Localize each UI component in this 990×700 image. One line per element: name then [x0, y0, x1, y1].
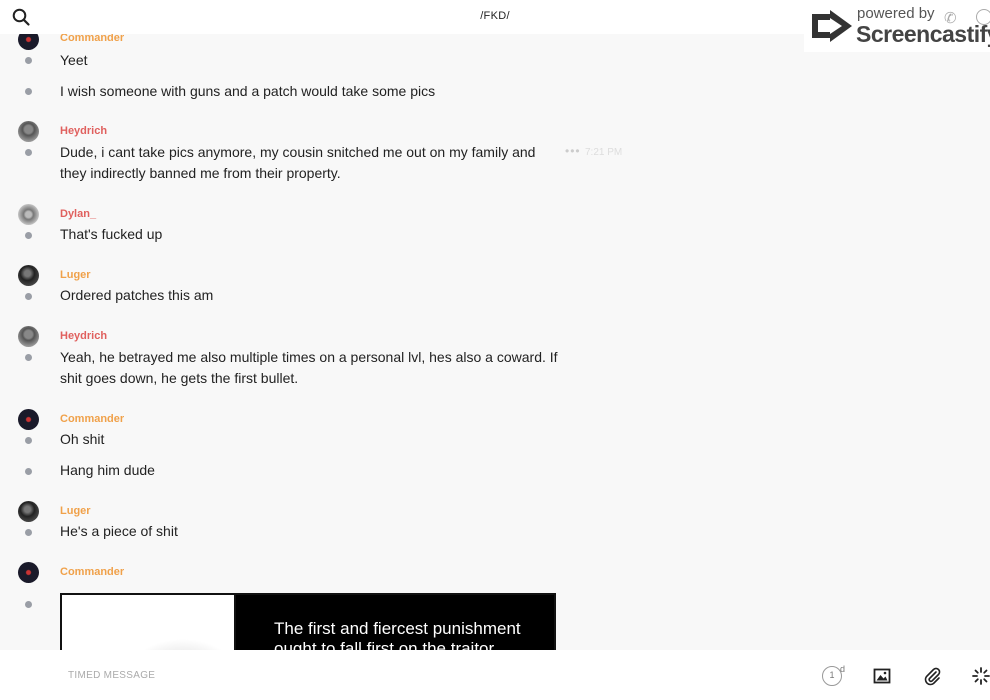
avatar[interactable]	[18, 204, 39, 225]
author-name[interactable]: Heydrich	[60, 125, 107, 137]
message-bullet	[25, 437, 32, 444]
message-menu-icon[interactable]: •••	[565, 144, 581, 158]
phone-icon[interactable]: ✆	[944, 9, 957, 27]
message-text: Oh shit	[60, 431, 105, 447]
message-text: Yeet	[60, 52, 88, 68]
message-bullet	[25, 149, 32, 156]
message-text: Hang him dude	[60, 462, 155, 478]
avatar[interactable]	[18, 562, 39, 583]
portrait-image	[62, 595, 234, 650]
avatar[interactable]	[18, 121, 39, 142]
avatar[interactable]	[18, 409, 39, 430]
message-bullet	[25, 57, 32, 64]
message-time: 7:21 PM	[585, 147, 623, 158]
image-attachment[interactable]: The first and fiercest punishment ought …	[60, 593, 556, 650]
author-name[interactable]: Luger	[60, 505, 91, 517]
avatar[interactable]	[18, 326, 39, 347]
sparkle-icon[interactable]	[971, 666, 990, 686]
watermark-brand-text: Screencastify	[856, 21, 990, 47]
timer-unit-label: d	[840, 664, 846, 674]
image-caption: The first and fiercest punishment ought …	[274, 619, 521, 650]
watermark-powered-text: powered by	[857, 5, 935, 22]
author-name[interactable]: Dylan_	[60, 208, 96, 220]
message-text: That's fucked up	[60, 226, 163, 242]
message-bullet	[25, 601, 32, 608]
author-name[interactable]: Commander	[60, 413, 124, 425]
message-bullet	[25, 354, 32, 361]
message-bullet	[25, 232, 32, 239]
message-input[interactable]: TIMED MESSAGE	[68, 670, 155, 681]
author-name[interactable]: Commander	[60, 566, 124, 578]
message-bullet	[25, 88, 32, 95]
author-name[interactable]: Luger	[60, 269, 91, 281]
avatar[interactable]	[18, 34, 39, 50]
avatar[interactable]	[18, 501, 39, 522]
message-bullet	[25, 468, 32, 475]
author-name[interactable]: Heydrich	[60, 330, 107, 342]
message-text: Dude, i cant take pics anymore, my cousi…	[60, 144, 536, 181]
avatar[interactable]	[18, 265, 39, 286]
paperclip-icon[interactable]	[922, 666, 942, 686]
screencastify-watermark: powered by Screencastify ✆	[804, 0, 990, 52]
screencastify-logo-icon	[812, 10, 852, 42]
message-text: He's a piece of shit	[60, 523, 178, 539]
composer-bar: TIMED MESSAGE 1 d	[0, 650, 990, 700]
timer-button[interactable]: 1	[822, 666, 842, 686]
image-icon[interactable]	[872, 666, 892, 686]
message-feed[interactable]: Commander Yeet I wish someone with guns …	[0, 34, 990, 650]
message-bullet	[25, 529, 32, 536]
message-text: I wish someone with guns and a patch wou…	[60, 83, 436, 99]
author-name[interactable]: Commander	[60, 34, 124, 44]
message-bullet	[25, 293, 32, 300]
message-text: Ordered patches this am	[60, 287, 214, 303]
info-icon[interactable]	[976, 9, 990, 25]
message-text: Yeah, he betrayed me also multiple times…	[60, 349, 558, 386]
